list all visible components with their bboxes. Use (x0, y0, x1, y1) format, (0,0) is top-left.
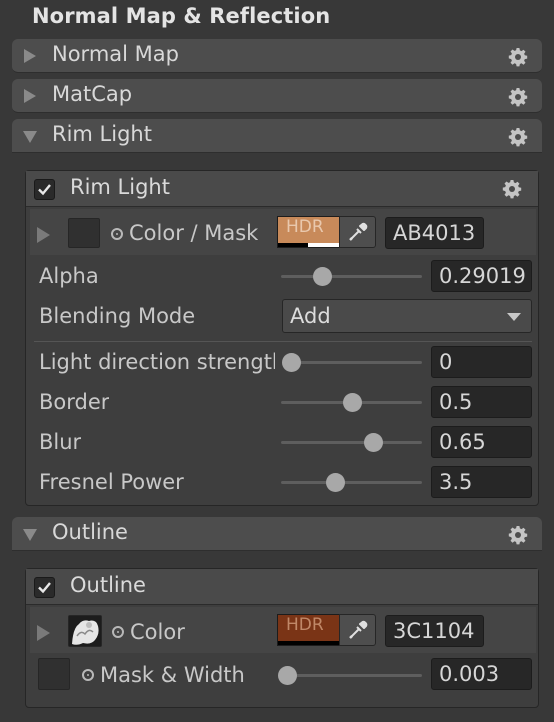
light-direction-slider-track[interactable] (282, 353, 422, 372)
eyedropper-icon (349, 222, 368, 241)
blur-slider-knob[interactable] (363, 433, 383, 452)
color-mask-label: Color / Mask (129, 221, 259, 245)
border-label: Border (39, 390, 110, 414)
blending-mode-value: Add (290, 304, 331, 328)
light-direction-slider-knob[interactable] (282, 353, 301, 372)
outline-panel-title: Outline (70, 573, 146, 597)
rim-light-enable-checkbox[interactable] (34, 179, 55, 200)
outline-panel: Outline Color HDR 3C1104 Mask & Width 0.… (25, 568, 539, 708)
alpha-slider-track[interactable] (281, 267, 422, 286)
gear-icon[interactable] (508, 525, 528, 545)
divider (34, 341, 532, 342)
outline-enable-checkbox[interactable] (34, 577, 55, 598)
foldout-label: Normal Map (52, 42, 179, 66)
fresnel-power-label: Fresnel Power (39, 470, 184, 494)
alpha-bar-black (278, 641, 339, 645)
fresnel-power-slider-track[interactable] (281, 473, 422, 492)
target-dot-icon[interactable] (112, 626, 124, 638)
foldout-label: MatCap (52, 82, 133, 106)
light-direction-label: Light direction strength (39, 350, 275, 374)
outline-color-swatch[interactable]: HDR (277, 614, 340, 646)
texture-thumbnail (69, 616, 101, 646)
eyedropper-button[interactable] (339, 216, 376, 248)
checkmark-icon (38, 184, 51, 196)
section-title: Normal Map & Reflection (32, 4, 331, 28)
mask-width-texture-slot[interactable] (38, 658, 70, 690)
border-slider-track[interactable] (281, 393, 422, 412)
expand-arrow-icon[interactable] (37, 227, 50, 243)
foldout-outline[interactable]: Outline (12, 517, 542, 551)
foldout-arrow-icon (23, 131, 37, 143)
alpha-bar-white (308, 243, 339, 247)
foldout-label: Outline (52, 520, 128, 544)
target-dot-icon[interactable] (111, 228, 123, 240)
mask-width-slider-track[interactable] (277, 666, 422, 685)
dropdown-arrow-icon (507, 313, 521, 321)
fresnel-power-value-field[interactable]: 3.5 (431, 466, 532, 498)
rim-light-panel-title: Rim Light (70, 175, 170, 199)
foldout-arrow-icon (24, 89, 36, 103)
light-direction-value-field[interactable]: 0 (431, 346, 532, 378)
mask-width-value-field[interactable]: 0.003 (431, 658, 532, 690)
outline-panel-header: Outline (26, 569, 538, 605)
blur-label: Blur (39, 430, 82, 454)
alpha-slider-knob[interactable] (312, 267, 332, 286)
blur-slider-track[interactable] (281, 433, 422, 452)
foldout-label: Rim Light (52, 122, 152, 146)
mask-width-label: Mask & Width (100, 663, 245, 687)
checkmark-icon (38, 582, 51, 594)
blur-value-field[interactable]: 0.65 (431, 426, 532, 458)
mask-width-slider-knob[interactable] (277, 666, 297, 685)
eyedropper-button[interactable] (339, 614, 376, 646)
hdr-label: HDR (286, 615, 324, 635)
outline-color-label: Color (130, 620, 185, 644)
foldout-rim-light[interactable]: Rim Light (12, 119, 542, 153)
rim-light-panel: Rim Light Color / Mask HDR AB4013 Alpha … (25, 170, 539, 506)
fresnel-power-slider-knob[interactable] (325, 473, 345, 492)
rim-light-panel-header: Rim Light (26, 171, 538, 207)
eyedropper-icon (349, 620, 368, 639)
foldout-matcap[interactable]: MatCap (12, 79, 542, 113)
gear-icon[interactable] (502, 179, 522, 199)
expand-arrow-icon[interactable] (37, 625, 50, 641)
outline-color-hex-field[interactable]: 3C1104 (385, 615, 484, 647)
gear-icon[interactable] (508, 87, 528, 107)
target-dot-icon[interactable] (82, 669, 94, 681)
alpha-bar-black (278, 243, 308, 247)
hdr-label: HDR (286, 217, 324, 237)
alpha-value-field[interactable]: 0.29019 (431, 260, 532, 292)
alpha-label: Alpha (39, 264, 99, 288)
border-value-field[interactable]: 0.5 (431, 386, 532, 418)
foldout-normal-map[interactable]: Normal Map (12, 39, 542, 73)
foldout-arrow-icon (24, 49, 36, 63)
gear-icon[interactable] (508, 47, 528, 67)
outline-texture-thumbnail[interactable] (68, 615, 102, 647)
foldout-arrow-icon (23, 529, 37, 541)
rim-color-hex-field[interactable]: AB4013 (385, 217, 484, 249)
mask-texture-slot[interactable] (68, 218, 100, 248)
border-slider-knob[interactable] (342, 393, 362, 412)
gear-icon[interactable] (508, 127, 528, 147)
blending-mode-label: Blending Mode (39, 304, 196, 328)
rim-color-swatch[interactable]: HDR (277, 216, 340, 248)
blending-mode-dropdown[interactable]: Add (282, 299, 532, 333)
